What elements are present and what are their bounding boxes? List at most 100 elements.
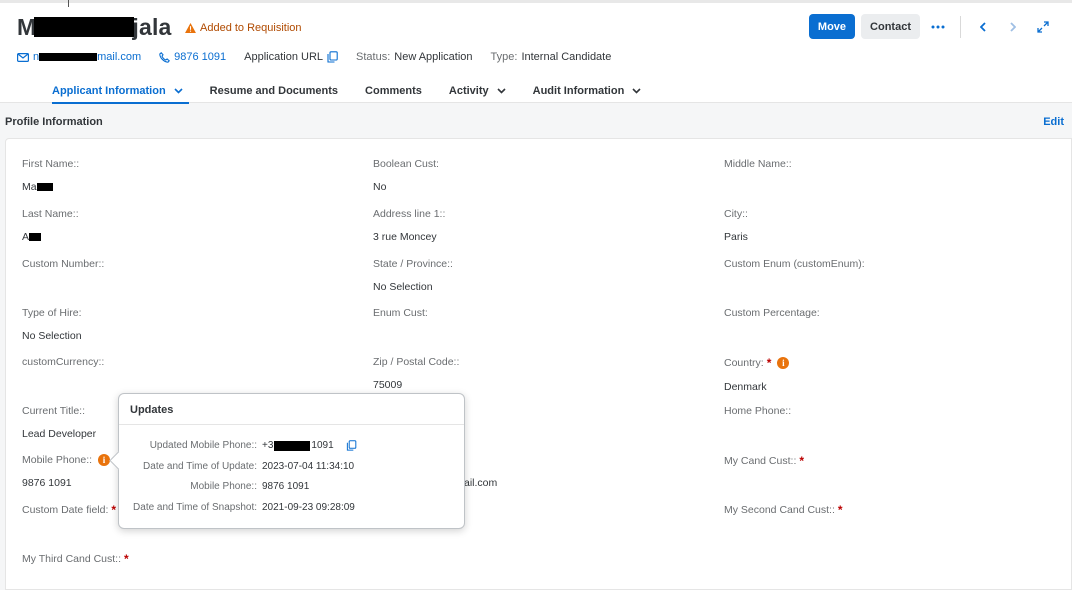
field-value: Denmark [724, 381, 767, 393]
copy-icon[interactable] [327, 51, 338, 63]
requisition-badge: Added to Requisition [185, 22, 302, 34]
overflow-icon[interactable] [926, 14, 950, 39]
field-custom-number: Custom Number:: [22, 258, 104, 281]
header-contact-info: n mail.com 9876 1091 Application URL Stat… [17, 51, 629, 63]
field-label: Type of Hire: [22, 307, 82, 319]
tab-label: Activity [448, 84, 489, 97]
email-link[interactable]: n mail.com [17, 51, 141, 63]
field-label: customCurrency:: [22, 356, 105, 368]
field-type-of-hire: Type of Hire: No Selection [22, 307, 82, 342]
popover-row-value: 2023-07-04 11:34:10 [262, 461, 355, 472]
status-value: New Application [394, 51, 473, 63]
field-label: My Cand Cust:: * [724, 454, 804, 468]
tab-resume-and-documents[interactable]: Resume and Documents [210, 78, 338, 103]
field-value: A [22, 231, 79, 243]
chevron-left-icon[interactable] [971, 14, 995, 39]
popover-divider [119, 424, 464, 425]
popover-row: Date and Time of Snapshot: 2021-09-23 09… [119, 502, 464, 513]
field-label: My Third Cand Cust:: * [22, 552, 129, 566]
field-city: City:: Paris [724, 208, 748, 243]
field-country: Country: * i Denmark [724, 356, 790, 393]
edit-button[interactable]: Edit [1043, 116, 1064, 128]
popover-row-value: 2021-09-23 09:28:09 [262, 502, 355, 513]
field-address-line-1: Address line 1:: 3 rue Moncey [373, 208, 445, 243]
field-label: City:: [724, 208, 748, 220]
chevron-down-icon[interactable] [497, 87, 506, 94]
phone-link[interactable]: 9876 1091 [159, 51, 226, 63]
required-marker: * [837, 503, 843, 517]
field-label [464, 454, 497, 466]
section-title: Profile Information [5, 116, 103, 128]
field-label: Address line 1:: [373, 208, 446, 220]
field-label: Last Name:: [22, 208, 79, 220]
fullscreen-icon[interactable] [1031, 14, 1055, 39]
type-value: Internal Candidate [521, 51, 612, 63]
requisition-badge-label: Added to Requisition [200, 22, 302, 34]
phone-icon [159, 51, 171, 63]
tab-activity[interactable]: Activity [449, 78, 506, 103]
field-value: No Selection [373, 281, 433, 293]
popover-row-key: Updated Mobile Phone:: [149, 440, 257, 451]
tab-label: Resume and Documents [209, 84, 339, 97]
field-boolean-cust: Boolean Cust: No [373, 158, 439, 193]
copy-icon[interactable] [346, 440, 357, 451]
chevron-down-icon[interactable] [174, 87, 183, 94]
required-marker: * [766, 356, 772, 370]
tab-label: Applicant Information [52, 84, 166, 97]
info-icon[interactable]: i [777, 357, 790, 369]
redaction-bar [29, 233, 42, 241]
tab-comments[interactable]: Comments [365, 78, 422, 103]
popover-row-key: Date and Time of Snapshot: [133, 502, 257, 513]
application-url[interactable]: Application URL [244, 51, 338, 63]
field-label: Mobile Phone:: i [22, 454, 111, 466]
my-cand-cust-label: My Cand Cust:: [724, 455, 797, 467]
field-value: 75009 [373, 379, 403, 391]
field-custom-percentage: Custom Percentage: [724, 307, 820, 330]
field-mobile-phone: Mobile Phone:: i 9876 1091 [22, 454, 111, 489]
field-label: Current Title:: [22, 405, 86, 417]
status-label: Status: [356, 51, 391, 63]
field-value: ail.com [464, 477, 498, 489]
field-label: Custom Percentage: [724, 307, 820, 319]
popover-row-key: Mobile Phone:: [190, 481, 257, 492]
field-current-title: Current Title:: Lead Developer [22, 405, 96, 440]
field-my-second-cand-cust: My Second Cand Cust:: * [724, 503, 843, 528]
field-label: Zip / Postal Code:: [373, 356, 460, 368]
field-middle-name: Middle Name:: [724, 158, 792, 181]
header-actions: Move Contact [808, 14, 1055, 39]
required-marker: * [799, 454, 805, 468]
redaction-bar [34, 17, 135, 37]
field-zip-postal-code: Zip / Postal Code:: 75009 [373, 356, 459, 391]
required-marker: * [111, 503, 117, 517]
custom-date-label: Custom Date field: [22, 504, 109, 516]
redaction-bar [46, 183, 53, 191]
popover-title: Updates [130, 404, 174, 416]
chevron-down-icon[interactable] [632, 87, 641, 94]
redaction-bar [274, 440, 311, 451]
field-my-cand-cust: My Cand Cust:: * [724, 454, 804, 479]
field-label: My Second Cand Cust:: * [724, 503, 843, 517]
chevron-right-icon[interactable] [1001, 14, 1025, 39]
field-last-name: Last Name:: A [22, 208, 79, 243]
field-custom-enum: Custom Enum (customEnum): [724, 258, 865, 281]
tab-applicant-information[interactable]: Applicant Information [52, 78, 189, 104]
required-marker: * [124, 552, 129, 566]
my-third-cand-cust-label: My Third Cand Cust:: [22, 553, 122, 565]
field-value: No Selection [22, 330, 82, 342]
contact-button[interactable]: Contact [861, 14, 920, 39]
country-label: Country: [724, 357, 764, 369]
redaction-bar [39, 53, 98, 62]
tab-audit-information[interactable]: Audit Information [533, 78, 642, 103]
field-value: Lead Developer [22, 428, 97, 440]
field-label: Custom Date field: * [22, 503, 116, 517]
updated-phone-end: 1091 [311, 440, 334, 451]
popover-row-key: Date and Time of Update: [143, 461, 257, 472]
move-button[interactable]: Move [808, 14, 856, 39]
updates-popover: Updates Updated Mobile Phone:: +3 1091 Da… [118, 393, 465, 529]
field-label: Middle Name:: [724, 158, 792, 170]
text-cursor [68, 0, 69, 7]
type-label: Type: [490, 51, 518, 63]
warning-triangle-icon [185, 23, 196, 33]
application-url-label: Application URL [244, 51, 324, 63]
field-value: 9876 1091 [22, 477, 72, 489]
